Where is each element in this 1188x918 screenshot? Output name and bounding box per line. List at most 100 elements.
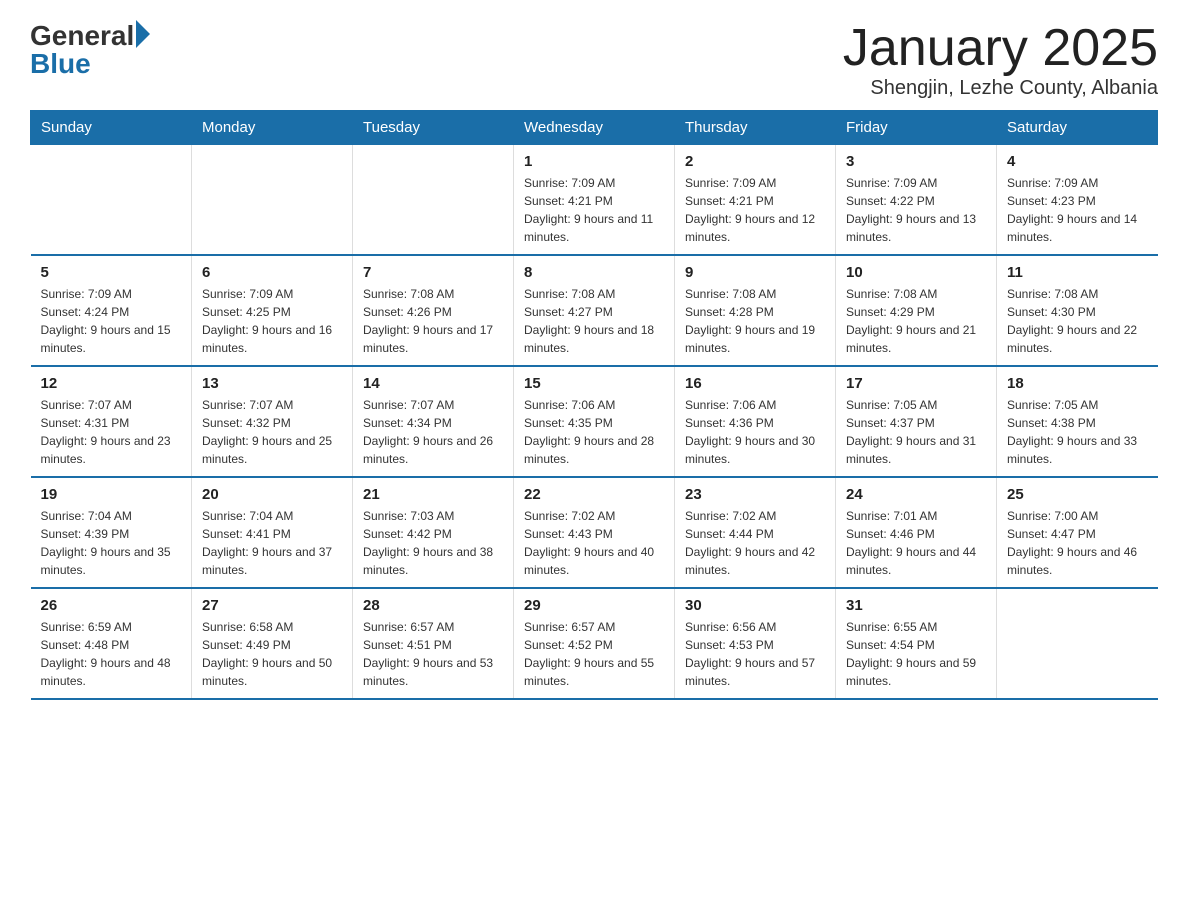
day-number: 15 (524, 375, 664, 392)
location-title: Shengjin, Lezhe County, Albania (843, 77, 1158, 100)
calendar-header-row: SundayMondayTuesdayWednesdayThursdayFrid… (31, 111, 1158, 145)
calendar-cell: 1Sunrise: 7:09 AMSunset: 4:21 PMDaylight… (514, 145, 675, 256)
day-info: Sunrise: 7:07 AMSunset: 4:34 PMDaylight:… (363, 396, 503, 468)
day-number: 30 (685, 597, 825, 614)
day-number: 17 (846, 375, 986, 392)
day-info: Sunrise: 7:00 AMSunset: 4:47 PMDaylight:… (1007, 507, 1148, 579)
day-info: Sunrise: 7:02 AMSunset: 4:44 PMDaylight:… (685, 507, 825, 579)
day-info: Sunrise: 7:03 AMSunset: 4:42 PMDaylight:… (363, 507, 503, 579)
day-number: 2 (685, 153, 825, 170)
day-info: Sunrise: 7:02 AMSunset: 4:43 PMDaylight:… (524, 507, 664, 579)
day-number: 7 (363, 264, 503, 281)
day-info: Sunrise: 7:01 AMSunset: 4:46 PMDaylight:… (846, 507, 986, 579)
calendar-header-wednesday: Wednesday (514, 111, 675, 145)
day-number: 8 (524, 264, 664, 281)
calendar-cell: 21 Sunrise: 7:03 AMSunset: 4:42 PMDayligh… (353, 477, 514, 588)
day-info: Sunrise: 7:05 AMSunset: 4:38 PMDaylight:… (1007, 396, 1148, 468)
day-info: Sunrise: 6:57 AMSunset: 4:52 PMDaylight:… (524, 618, 664, 690)
month-title: January 2025 (843, 20, 1158, 77)
logo-blue-text: Blue (30, 48, 150, 80)
day-number: 10 (846, 264, 986, 281)
calendar-cell: 26Sunrise: 6:59 AMSunset: 4:48 PMDayligh… (31, 588, 192, 699)
calendar-week-row: 12 Sunrise: 7:07 AMSunset: 4:31 PMDayligh… (31, 366, 1158, 477)
calendar-cell: 28 Sunrise: 6:57 AMSunset: 4:51 PMDayligh… (353, 588, 514, 699)
day-info: Sunrise: 7:04 AMSunset: 4:39 PMDaylight:… (41, 507, 182, 579)
day-number: 11 (1007, 264, 1148, 281)
day-info: Sunrise: 7:08 AMSunset: 4:28 PMDaylight:… (685, 285, 825, 357)
calendar-header-tuesday: Tuesday (353, 111, 514, 145)
day-info: Sunrise: 7:09 AMSunset: 4:22 PMDaylight:… (846, 174, 986, 246)
calendar-week-row: 19Sunrise: 7:04 AMSunset: 4:39 PMDayligh… (31, 477, 1158, 588)
calendar-week-row: 5 Sunrise: 7:09 AMSunset: 4:24 PMDaylight… (31, 255, 1158, 366)
day-info: Sunrise: 7:08 AMSunset: 4:29 PMDaylight:… (846, 285, 986, 357)
day-number: 25 (1007, 486, 1148, 503)
day-info: Sunrise: 7:09 AMSunset: 4:23 PMDaylight:… (1007, 174, 1148, 246)
day-info: Sunrise: 7:06 AMSunset: 4:35 PMDaylight:… (524, 396, 664, 468)
day-number: 28 (363, 597, 503, 614)
day-number: 23 (685, 486, 825, 503)
day-info: Sunrise: 7:08 AMSunset: 4:26 PMDaylight:… (363, 285, 503, 357)
day-info: Sunrise: 7:09 AMSunset: 4:25 PMDaylight:… (202, 285, 342, 357)
logo: General Blue (30, 20, 150, 80)
day-number: 12 (41, 375, 182, 392)
calendar-cell: 5 Sunrise: 7:09 AMSunset: 4:24 PMDaylight… (31, 255, 192, 366)
calendar-cell: 19Sunrise: 7:04 AMSunset: 4:39 PMDayligh… (31, 477, 192, 588)
day-number: 21 (363, 486, 503, 503)
day-info: Sunrise: 7:06 AMSunset: 4:36 PMDaylight:… (685, 396, 825, 468)
calendar-cell: 7 Sunrise: 7:08 AMSunset: 4:26 PMDaylight… (353, 255, 514, 366)
day-number: 27 (202, 597, 342, 614)
calendar-cell: 8 Sunrise: 7:08 AMSunset: 4:27 PMDaylight… (514, 255, 675, 366)
calendar-header-sunday: Sunday (31, 111, 192, 145)
calendar-cell: 25 Sunrise: 7:00 AMSunset: 4:47 PMDayligh… (997, 477, 1158, 588)
day-info: Sunrise: 7:09 AMSunset: 4:21 PMDaylight:… (524, 174, 664, 246)
day-info: Sunrise: 6:55 AMSunset: 4:54 PMDaylight:… (846, 618, 986, 690)
calendar-cell: 22Sunrise: 7:02 AMSunset: 4:43 PMDayligh… (514, 477, 675, 588)
day-number: 24 (846, 486, 986, 503)
day-number: 3 (846, 153, 986, 170)
calendar-cell: 14 Sunrise: 7:07 AMSunset: 4:34 PMDayligh… (353, 366, 514, 477)
day-info: Sunrise: 7:07 AMSunset: 4:31 PMDaylight:… (41, 396, 182, 468)
calendar-cell: 10 Sunrise: 7:08 AMSunset: 4:29 PMDayligh… (836, 255, 997, 366)
day-number: 18 (1007, 375, 1148, 392)
day-number: 20 (202, 486, 342, 503)
calendar-cell (192, 145, 353, 256)
calendar-cell (31, 145, 192, 256)
day-info: Sunrise: 7:08 AMSunset: 4:27 PMDaylight:… (524, 285, 664, 357)
calendar-cell: 2 Sunrise: 7:09 AMSunset: 4:21 PMDaylight… (675, 145, 836, 256)
calendar-cell: 11Sunrise: 7:08 AMSunset: 4:30 PMDayligh… (997, 255, 1158, 366)
calendar-cell: 17Sunrise: 7:05 AMSunset: 4:37 PMDayligh… (836, 366, 997, 477)
calendar-cell: 31 Sunrise: 6:55 AMSunset: 4:54 PMDayligh… (836, 588, 997, 699)
calendar-week-row: 26Sunrise: 6:59 AMSunset: 4:48 PMDayligh… (31, 588, 1158, 699)
day-number: 31 (846, 597, 986, 614)
calendar-cell: 6Sunrise: 7:09 AMSunset: 4:25 PMDaylight… (192, 255, 353, 366)
calendar-cell: 12 Sunrise: 7:07 AMSunset: 4:31 PMDayligh… (31, 366, 192, 477)
calendar-cell: 13Sunrise: 7:07 AMSunset: 4:32 PMDayligh… (192, 366, 353, 477)
day-number: 5 (41, 264, 182, 281)
calendar-cell: 29 Sunrise: 6:57 AMSunset: 4:52 PMDayligh… (514, 588, 675, 699)
day-info: Sunrise: 7:09 AMSunset: 4:24 PMDaylight:… (41, 285, 182, 357)
calendar-cell: 15 Sunrise: 7:06 AMSunset: 4:35 PMDayligh… (514, 366, 675, 477)
calendar-cell: 20Sunrise: 7:04 AMSunset: 4:41 PMDayligh… (192, 477, 353, 588)
day-info: Sunrise: 7:07 AMSunset: 4:32 PMDaylight:… (202, 396, 342, 468)
page-header: General Blue January 2025 Shengjin, Lezh… (30, 20, 1158, 100)
calendar-header-friday: Friday (836, 111, 997, 145)
calendar-cell: 16 Sunrise: 7:06 AMSunset: 4:36 PMDayligh… (675, 366, 836, 477)
day-number: 16 (685, 375, 825, 392)
calendar-table: SundayMondayTuesdayWednesdayThursdayFrid… (30, 110, 1158, 700)
day-info: Sunrise: 6:56 AMSunset: 4:53 PMDaylight:… (685, 618, 825, 690)
calendar-header-saturday: Saturday (997, 111, 1158, 145)
calendar-cell: 24 Sunrise: 7:01 AMSunset: 4:46 PMDayligh… (836, 477, 997, 588)
calendar-header-monday: Monday (192, 111, 353, 145)
day-number: 14 (363, 375, 503, 392)
calendar-cell: 3 Sunrise: 7:09 AMSunset: 4:22 PMDaylight… (836, 145, 997, 256)
calendar-cell (353, 145, 514, 256)
day-info: Sunrise: 7:09 AMSunset: 4:21 PMDaylight:… (685, 174, 825, 246)
day-number: 29 (524, 597, 664, 614)
calendar-cell: 18 Sunrise: 7:05 AMSunset: 4:38 PMDayligh… (997, 366, 1158, 477)
day-info: Sunrise: 6:59 AMSunset: 4:48 PMDaylight:… (41, 618, 182, 690)
calendar-header-thursday: Thursday (675, 111, 836, 145)
day-info: Sunrise: 6:57 AMSunset: 4:51 PMDaylight:… (363, 618, 503, 690)
calendar-cell (997, 588, 1158, 699)
calendar-cell: 30 Sunrise: 6:56 AMSunset: 4:53 PMDayligh… (675, 588, 836, 699)
title-section: January 2025 Shengjin, Lezhe County, Alb… (843, 20, 1158, 100)
